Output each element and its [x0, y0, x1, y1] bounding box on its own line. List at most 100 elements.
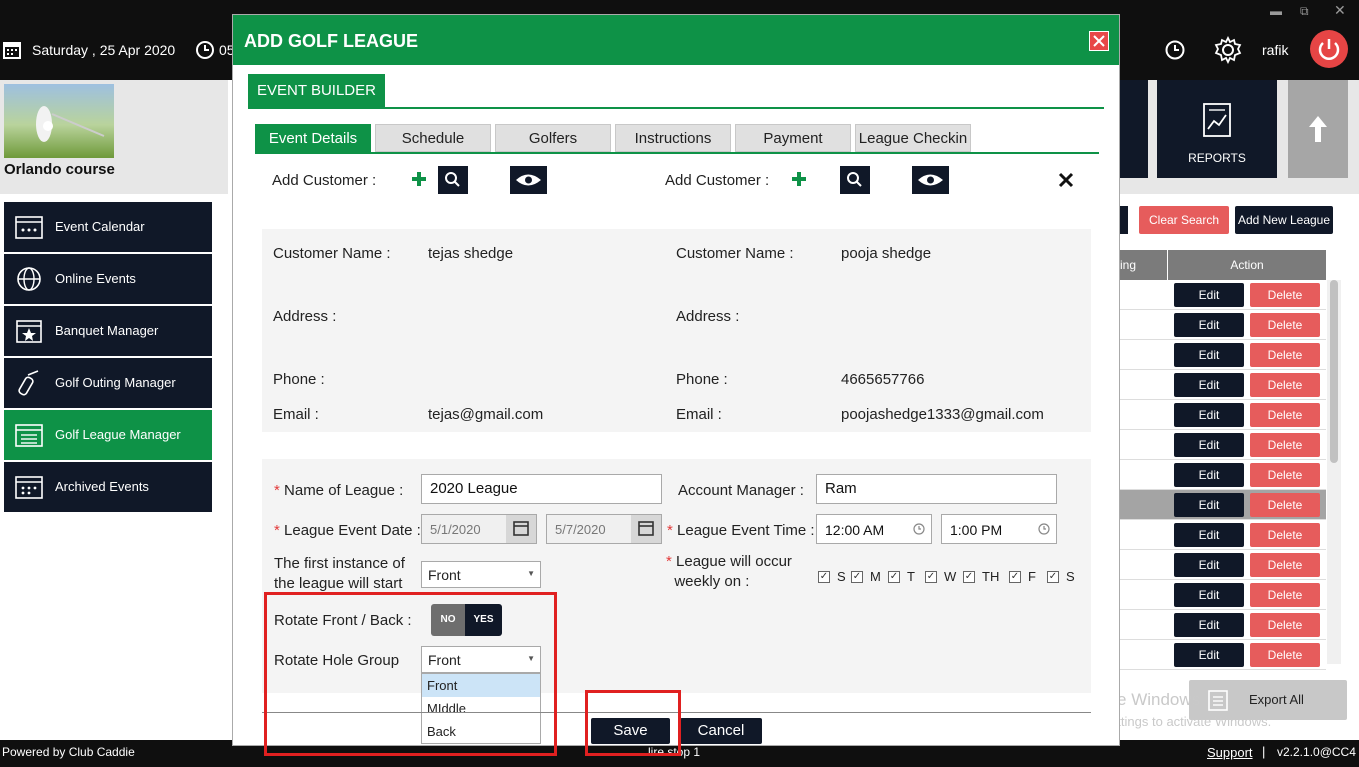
start-date-input[interactable]: 5/1/2020 — [421, 514, 537, 544]
weekday-checkbox[interactable]: ✓ F — [1009, 568, 1036, 584]
close-icon — [1093, 35, 1105, 47]
delete-button[interactable]: Delete — [1250, 463, 1320, 487]
account-manager-input[interactable]: Ram — [816, 474, 1057, 504]
delete-button[interactable]: Delete — [1250, 613, 1320, 637]
add-new-league-button[interactable]: Add New League — [1235, 206, 1333, 234]
edit-button[interactable]: Edit — [1174, 403, 1244, 427]
delete-button[interactable]: Delete — [1250, 583, 1320, 607]
edit-button[interactable]: Edit — [1174, 463, 1244, 487]
league-name-input[interactable]: 2020 League — [421, 474, 662, 504]
weekday-checkbox[interactable]: ✓ TH — [963, 568, 999, 584]
view-customer-button-2[interactable] — [912, 166, 949, 194]
search-customer-button[interactable] — [438, 166, 468, 194]
delete-button[interactable]: Delete — [1250, 403, 1320, 427]
checkbox-checked-icon[interactable]: ✓ — [818, 570, 830, 583]
checkbox-checked-icon[interactable]: ✓ — [888, 570, 900, 583]
search-customer-button-2[interactable] — [840, 166, 870, 194]
sidebar-item-label: Archived Events — [55, 479, 149, 494]
tab-payment[interactable]: Payment — [735, 124, 851, 152]
tab-event-details[interactable]: Event Details — [255, 124, 371, 152]
window-close-icon[interactable]: ✕ — [1334, 2, 1346, 19]
tab-instructions[interactable]: Instructions — [615, 124, 731, 152]
delete-button[interactable]: Delete — [1250, 283, 1320, 307]
add-customer-plus-icon[interactable] — [790, 170, 808, 188]
delete-button[interactable]: Delete — [1250, 523, 1320, 547]
checkbox-checked-icon[interactable]: ✓ — [963, 570, 975, 583]
customer1-name: tejas shedge — [428, 245, 514, 262]
right-area: REPORTS Clear Search Add New League ing … — [1120, 80, 1359, 740]
checkbox-checked-icon[interactable]: ✓ — [1009, 570, 1021, 583]
end-date-picker-button[interactable] — [631, 515, 661, 543]
clear-search-button[interactable]: Clear Search — [1139, 206, 1229, 234]
search-button-partial[interactable] — [1120, 206, 1128, 234]
delete-button[interactable]: Delete — [1250, 433, 1320, 457]
partial-tile[interactable] — [1120, 80, 1148, 178]
table-row: Edit Delete — [1120, 490, 1326, 520]
end-time-input[interactable]: 1:00 PM — [941, 514, 1057, 544]
edit-button[interactable]: Edit — [1174, 583, 1244, 607]
edit-button[interactable]: Edit — [1174, 613, 1244, 637]
delete-button[interactable]: Delete — [1250, 493, 1320, 517]
support-link[interactable]: Support — [1207, 745, 1253, 760]
sidebar-item-banquet-manager[interactable]: Banquet Manager — [4, 306, 212, 356]
customer2-name-label: Customer Name : — [676, 245, 794, 262]
scroll-top-tile[interactable] — [1288, 80, 1348, 178]
delete-button[interactable]: Delete — [1250, 643, 1320, 667]
edit-button[interactable]: Edit — [1174, 433, 1244, 457]
edit-button[interactable]: Edit — [1174, 343, 1244, 367]
tab-league-checkin[interactable]: League Checkin — [855, 124, 971, 152]
power-button[interactable] — [1310, 30, 1348, 68]
footer-divider: | — [1262, 744, 1266, 759]
tab-event-builder[interactable]: EVENT BUILDER — [248, 74, 385, 108]
restore-icon[interactable]: ⧉ — [1300, 4, 1309, 19]
weekday-label: M — [870, 569, 881, 585]
reports-tile[interactable]: REPORTS — [1157, 80, 1277, 178]
cancel-button[interactable]: Cancel — [680, 718, 762, 744]
sidebar-item-golf-outing-manager[interactable]: Golf Outing Manager — [4, 358, 212, 408]
scrollbar-thumb[interactable] — [1330, 280, 1338, 463]
delete-button[interactable]: Delete — [1250, 313, 1320, 337]
table-row: Edit Delete — [1120, 640, 1326, 670]
first-instance-select[interactable]: Front ▼ — [421, 561, 541, 588]
sidebar-item-archived-events[interactable]: Archived Events — [4, 462, 212, 512]
minimize-icon[interactable]: ▬ — [1270, 4, 1282, 18]
delete-button[interactable]: Delete — [1250, 343, 1320, 367]
weekday-checkbox[interactable]: ✓ M — [851, 568, 881, 584]
checkbox-checked-icon[interactable]: ✓ — [851, 570, 863, 583]
gear-icon[interactable] — [1214, 36, 1242, 64]
tab-schedule[interactable]: Schedule — [375, 124, 491, 152]
start-time-input[interactable]: 12:00 AM — [816, 514, 932, 544]
customer-info-panel: Customer Name : tejas shedge Address : P… — [262, 229, 1091, 432]
weekday-checkbox[interactable]: ✓ S — [1047, 568, 1075, 584]
sidebar-item-label: Online Events — [55, 271, 136, 286]
column-header-partial: ing — [1120, 250, 1167, 280]
edit-button[interactable]: Edit — [1174, 313, 1244, 337]
edit-button[interactable]: Edit — [1174, 493, 1244, 517]
sidebar-item-golf-league-manager[interactable]: Golf League Manager — [4, 410, 212, 460]
checkbox-checked-icon[interactable]: ✓ — [925, 570, 937, 583]
edit-button[interactable]: Edit — [1174, 373, 1244, 397]
history-clock-icon[interactable] — [1164, 39, 1186, 61]
add-customer-plus-icon[interactable] — [410, 170, 428, 188]
start-date-picker-button[interactable] — [506, 515, 536, 543]
dialog-close-button[interactable] — [1089, 31, 1109, 51]
sidebar-item-online-events[interactable]: Online Events — [4, 254, 212, 304]
table-row: Edit Delete — [1120, 550, 1326, 580]
checkbox-checked-icon[interactable]: ✓ — [1047, 570, 1059, 583]
end-date-input[interactable]: 5/7/2020 — [546, 514, 662, 544]
edit-button[interactable]: Edit — [1174, 283, 1244, 307]
edit-button[interactable]: Edit — [1174, 523, 1244, 547]
edit-button[interactable]: Edit — [1174, 643, 1244, 667]
column-header-action: Action — [1168, 250, 1326, 280]
delete-button[interactable]: Delete — [1250, 373, 1320, 397]
weekday-checkbox[interactable]: ✓ T — [888, 568, 915, 584]
view-customer-button[interactable] — [510, 166, 547, 194]
delete-button[interactable]: Delete — [1250, 553, 1320, 577]
remove-customer-icon[interactable] — [1057, 171, 1075, 189]
edit-button[interactable]: Edit — [1174, 553, 1244, 577]
tab-golfers[interactable]: Golfers — [495, 124, 611, 152]
scrollbar-track[interactable] — [1327, 280, 1341, 664]
weekday-checkbox[interactable]: ✓ W — [925, 568, 956, 584]
weekday-checkbox[interactable]: ✓ S — [818, 568, 846, 584]
sidebar-item-event-calendar[interactable]: Event Calendar — [4, 202, 212, 252]
